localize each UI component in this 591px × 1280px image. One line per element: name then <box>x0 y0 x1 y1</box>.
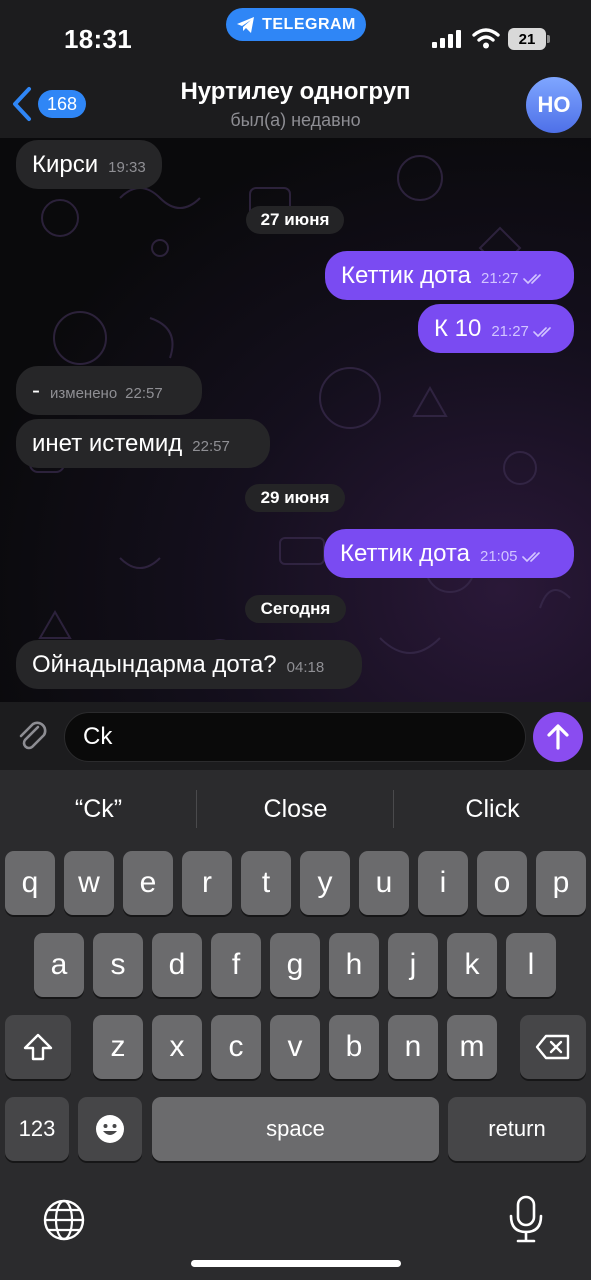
cellular-signal-icon <box>432 30 461 48</box>
battery-level: 21 <box>508 28 546 50</box>
message-time: 04:18 <box>286 659 325 676</box>
message-time: 22:57 <box>192 438 230 455</box>
shift-icon <box>23 1033 53 1061</box>
message-text: К 10 <box>434 315 482 342</box>
suggestion-item[interactable]: Click <box>394 770 591 848</box>
key[interactable]: w <box>64 851 114 915</box>
double-check-icon <box>533 326 551 337</box>
message-text: инет истемид <box>32 430 183 457</box>
key[interactable]: c <box>211 1015 261 1079</box>
date-separator: 29 июня <box>245 484 345 512</box>
message-bubble-outgoing[interactable]: К 10 21:27 <box>418 304 574 353</box>
message-text: Кирси <box>32 151 99 178</box>
send-button[interactable] <box>533 712 583 762</box>
emoji-key[interactable] <box>78 1097 142 1161</box>
message-bubble-incoming[interactable]: Кирси 19:33 <box>16 140 162 189</box>
return-key[interactable]: return <box>448 1097 586 1161</box>
unread-count-badge: 168 <box>38 90 87 118</box>
key[interactable]: k <box>447 933 497 997</box>
key[interactable]: g <box>270 933 320 997</box>
message-text: - <box>32 377 40 404</box>
backspace-icon <box>535 1034 570 1060</box>
battery-indicator: 21 <box>508 28 550 50</box>
message-text: Кеттик дота <box>341 262 471 289</box>
backspace-key[interactable] <box>520 1015 586 1079</box>
message-bubble-incoming[interactable]: - изменено 22:57 <box>16 366 202 415</box>
emoji-icon <box>96 1115 124 1143</box>
message-input-container[interactable] <box>64 712 579 762</box>
key[interactable]: z <box>93 1015 143 1079</box>
key[interactable]: m <box>447 1015 497 1079</box>
message-time: 22:57 <box>125 385 163 402</box>
chat-title[interactable]: Нуртилеу одногруп <box>0 78 591 106</box>
telegram-pill-label: TELEGRAM <box>262 15 356 33</box>
message-time: 19:33 <box>108 159 146 176</box>
paperclip-icon[interactable] <box>14 718 50 754</box>
message-text: Кеттик дота <box>340 540 470 567</box>
space-key[interactable]: space <box>152 1097 439 1161</box>
home-indicator[interactable] <box>191 1260 401 1267</box>
double-check-icon <box>522 273 541 284</box>
globe-icon[interactable] <box>42 1198 86 1242</box>
message-bubble-incoming[interactable]: инет истемид 22:57 <box>16 419 270 468</box>
key[interactable]: o <box>477 851 527 915</box>
key[interactable]: n <box>388 1015 438 1079</box>
telegram-return-pill[interactable]: TELEGRAM <box>226 8 366 41</box>
message-list[interactable]: Кирси 19:33 27 июня Кеттик дота 21:27 К … <box>0 138 591 702</box>
message-input[interactable] <box>83 713 483 761</box>
key[interactable]: f <box>211 933 261 997</box>
message-time: 21:05 <box>479 548 518 565</box>
key[interactable]: q <box>5 851 55 915</box>
arrow-up-icon <box>547 724 569 750</box>
keyboard: “Ck” Close Click q w e r t y u i o p a s… <box>0 770 591 1280</box>
key[interactable]: i <box>418 851 468 915</box>
key[interactable]: e <box>123 851 173 915</box>
suggestion-item[interactable]: “Ck” <box>0 770 197 848</box>
message-time: 21:27 <box>480 270 519 287</box>
chevron-left-icon <box>13 87 31 121</box>
key[interactable]: t <box>241 851 291 915</box>
suggestion-item[interactable]: Close <box>197 770 394 848</box>
status-time: 18:31 <box>64 24 132 54</box>
chat-header: Нуртилеу одногруп был(а) недавно 168 НО <box>0 70 591 138</box>
key[interactable]: h <box>329 933 379 997</box>
key[interactable]: d <box>152 933 202 997</box>
back-button[interactable]: 168 <box>10 84 87 124</box>
key[interactable]: r <box>182 851 232 915</box>
date-separator: 27 июня <box>246 206 344 234</box>
message-bubble-outgoing[interactable]: Кеттик дота 21:05 <box>324 529 574 578</box>
space-key-label: space <box>266 1116 325 1141</box>
key[interactable]: j <box>388 933 438 997</box>
microphone-icon[interactable] <box>506 1194 546 1244</box>
chat-last-seen: был(а) недавно <box>230 110 361 130</box>
key[interactable]: b <box>329 1015 379 1079</box>
key[interactable]: l <box>506 933 556 997</box>
edited-label: изменено <box>50 385 118 402</box>
double-check-icon <box>521 551 540 562</box>
key[interactable]: v <box>270 1015 320 1079</box>
key[interactable]: y <box>300 851 350 915</box>
key[interactable]: a <box>34 933 84 997</box>
message-text: Ойнадындарма дота? <box>32 651 277 678</box>
numbers-key-label: 123 <box>18 1116 56 1141</box>
composer-bar <box>0 702 591 770</box>
status-bar: 18:31 TELEGRAM 21 <box>0 0 591 70</box>
numbers-key[interactable]: 123 <box>5 1097 69 1161</box>
key[interactable]: p <box>536 851 586 915</box>
key[interactable]: s <box>93 933 143 997</box>
key[interactable]: x <box>152 1015 202 1079</box>
avatar[interactable]: НО <box>526 77 582 133</box>
telegram-icon <box>237 16 255 33</box>
message-time: 21:27 <box>491 323 529 340</box>
shift-key[interactable] <box>5 1015 71 1079</box>
wifi-icon <box>472 28 500 49</box>
message-bubble-outgoing[interactable]: Кеттик дота 21:27 <box>325 251 574 300</box>
return-key-label: return <box>488 1116 546 1141</box>
date-separator: Сегодня <box>245 595 346 623</box>
key[interactable]: u <box>359 851 409 915</box>
suggestion-bar: “Ck” Close Click <box>0 770 591 848</box>
message-bubble-incoming[interactable]: Ойнадындарма дота? 04:18 <box>16 640 362 689</box>
